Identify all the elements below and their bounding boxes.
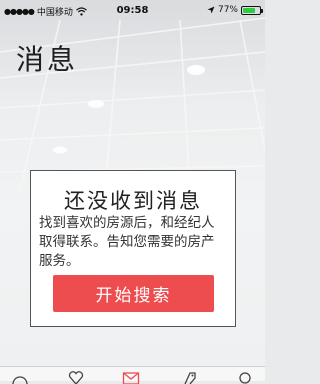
empty-state-description: 找到喜欢的房源后，和经纪人 取得联系。告知您需要的房产 服务。 [39,214,229,271]
heart-icon[interactable] [67,370,85,384]
battery-icon [241,5,263,15]
page-title: 消息 [16,43,79,76]
tab-bar [0,366,265,384]
battery-percent: 77% [217,5,238,15]
description-line: 取得联系。告知您需要的房产 [39,234,215,250]
empty-state-title: 还没收到消息 [64,189,202,213]
description-line: 服务。 [39,253,80,269]
description-line: 找到喜欢的房源后，和经纪人 [39,215,215,231]
battery-level-fill [243,7,256,13]
ceiling-grid [0,17,265,190]
status-right: 77% [207,5,263,15]
home-icon[interactable] [11,370,29,384]
tag-icon[interactable] [180,370,198,384]
empty-state-card: 还没收到消息 找到喜欢的房源后，和经纪人 取得联系。告知您需要的房产 服务。 开… [30,170,236,327]
start-search-button[interactable]: 开始搜索 [53,275,214,312]
profile-icon[interactable] [236,370,254,384]
message-icon[interactable] [122,370,140,384]
location-arrow-icon [207,6,215,14]
status-bar: ●●●●● 中国移动 09:58 77% [0,0,265,20]
